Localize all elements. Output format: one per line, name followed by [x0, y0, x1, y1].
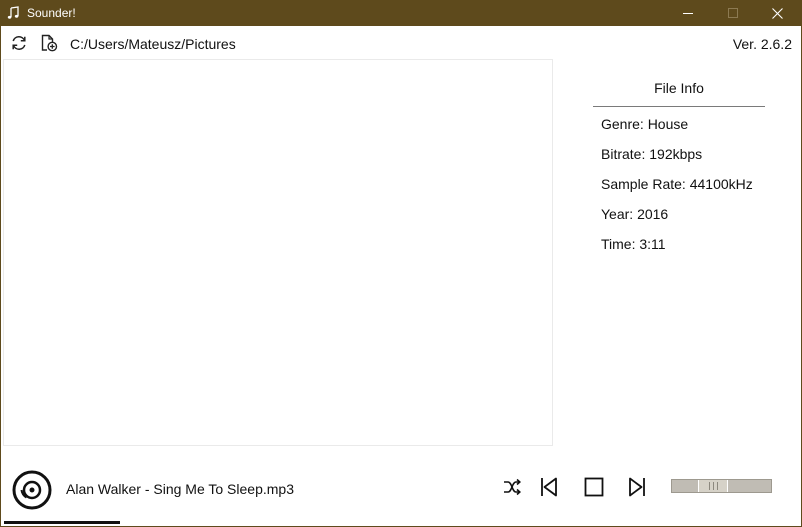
volume-slider-thumb[interactable] [698, 480, 728, 492]
app-window: Sounder! C:/Users/Mateusz/Pictures Ver. … [0, 0, 802, 527]
add-file-icon[interactable] [40, 34, 58, 52]
title-bar: Sounder! [1, 1, 801, 26]
time-label: Time: 3:11 [601, 236, 666, 252]
toolbar: C:/Users/Mateusz/Pictures Ver. 2.6.2 [1, 26, 801, 59]
window-title: Sounder! [27, 6, 76, 20]
maximize-button[interactable] [710, 1, 756, 26]
stop-icon[interactable] [582, 475, 606, 499]
maximize-icon [728, 8, 738, 18]
file-info-panel: File Info Genre: House Bitrate: 192kbps … [593, 79, 765, 252]
playback-progress-bar[interactable] [4, 521, 120, 524]
volume-slider[interactable] [671, 479, 772, 493]
current-folder-path: C:/Users/Mateusz/Pictures [70, 36, 236, 52]
previous-icon[interactable] [537, 475, 561, 499]
minimize-button[interactable] [665, 1, 711, 26]
year-label: Year: 2016 [601, 206, 669, 222]
minimize-icon [683, 13, 693, 14]
music-note-icon [7, 6, 19, 19]
shuffle-icon[interactable] [500, 475, 524, 499]
version-label: Ver. 2.6.2 [732, 36, 792, 52]
refresh-icon[interactable] [10, 34, 28, 52]
playlist-panel[interactable] [3, 59, 553, 446]
player-bar: Alan Walker - Sing Me To Sleep.mp3 [1, 459, 801, 527]
vinyl-disc-icon [12, 470, 52, 510]
genre-label: Genre: House [601, 116, 689, 132]
now-playing-track: Alan Walker - Sing Me To Sleep.mp3 [66, 481, 294, 497]
close-button[interactable] [755, 1, 801, 26]
bitrate-label: Bitrate: 192kbps [601, 146, 703, 162]
file-info-title: File Info [593, 79, 765, 107]
close-icon [772, 8, 783, 19]
sample-rate-label: Sample Rate: 44100kHz [601, 176, 753, 192]
next-icon[interactable] [625, 475, 649, 499]
